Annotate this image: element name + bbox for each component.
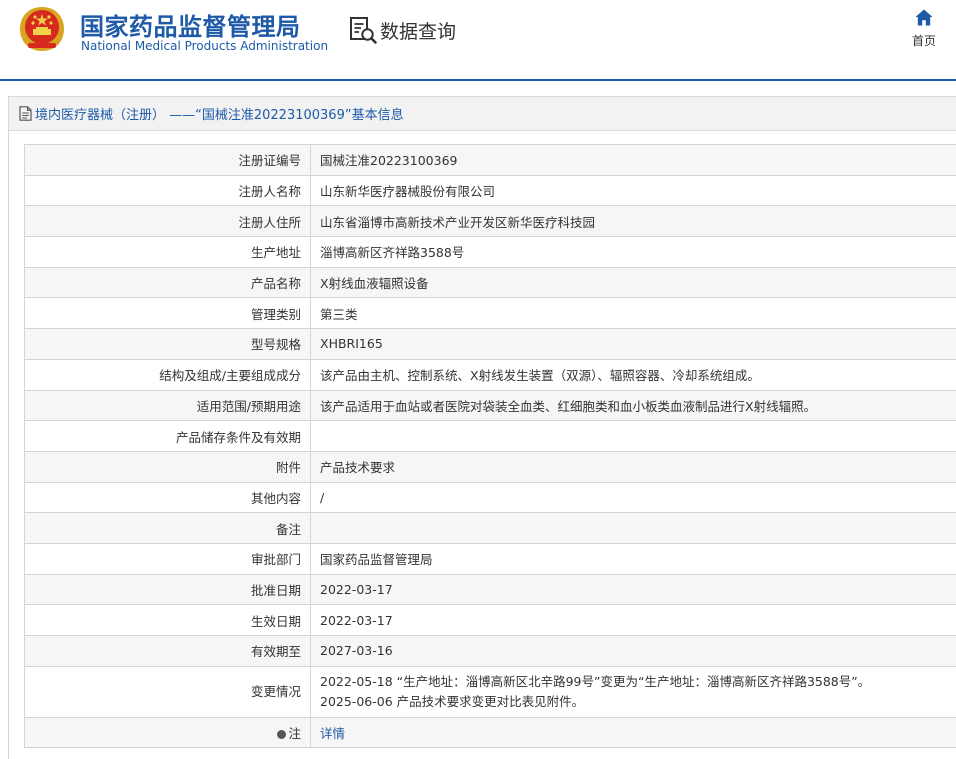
row-value: 山东新华医疗器械股份有限公司 [310, 174, 956, 207]
row-label: 适用范围/预期用途 [24, 389, 311, 422]
row-value [310, 420, 956, 452]
row-value: 2022-03-17 [310, 573, 956, 606]
table-row: 管理类别 第三类 [24, 297, 956, 330]
panel-title: 境内医疗器械（注册） ——“国械注准20223100369”基本信息 [35, 108, 404, 123]
table-row: 注册人名称 山东新华医疗器械股份有限公司 [24, 174, 956, 207]
row-label: 变更情况 [24, 665, 311, 718]
table-row: 备注 [24, 512, 956, 544]
table-row: 型号规格 XHBRI165 [24, 328, 956, 360]
row-label: 附件 [24, 450, 311, 483]
row-label: 结构及组成/主要组成成分 [24, 358, 311, 391]
table-row: 结构及组成/主要组成成分 该产品由主机、控制系统、X射线发生装置（双源）、辐照容器… [24, 358, 956, 391]
row-label: 注册证编号 [24, 144, 311, 176]
row-label: 产品储存条件及有效期 [24, 420, 311, 452]
home-label: 首页 [911, 34, 936, 48]
row-label: 生产地址 [24, 236, 311, 268]
site-header: 国家药品监督管理局 National Medical Products Admi… [0, 0, 956, 80]
row-value: 该产品适用于血站或者医院对袋装全血类、红细胞类和血小板类血液制品进行X射线辐照。 [310, 389, 956, 422]
row-label: 生效日期 [24, 604, 311, 636]
row-label: 审批部门 [24, 542, 311, 575]
org-name-cn[interactable]: 国家药品监督管理局 [80, 7, 301, 42]
table-row-change: 变更情况 2022-05-18 “生产地址：淄博高新区北辛路99号”变更为“生产… [24, 665, 956, 718]
table-row: 产品名称 X射线血液辐照设备 [24, 266, 956, 299]
table-row: 适用范围/预期用途 该产品适用于血站或者医院对袋装全血类、红细胞类和血小板类血液制… [24, 389, 956, 422]
change-line-2: 2025-06-06 产品技术要求变更对比表见附件。 [320, 693, 585, 709]
row-value: 国械注准20223100369 [310, 144, 956, 176]
org-name-en[interactable]: National Medical Products Administration [81, 39, 328, 53]
home-link[interactable]: 首页 [905, 9, 943, 49]
table-row: 生产地址 淄博高新区齐祥路3588号 [24, 236, 956, 268]
data-query-link[interactable]: 数据查询 [348, 15, 456, 45]
row-label: 批准日期 [24, 573, 311, 606]
document-search-icon [350, 17, 377, 44]
row-value: 2027-03-16 [310, 635, 956, 667]
row-value: / [310, 481, 956, 514]
info-table-body: 注册证编号 国械注准20223100369 注册人名称 山东新华医疗器械股份有限公司注… [24, 144, 956, 749]
note-dot-icon [277, 730, 287, 740]
row-value: 2022-03-17 [310, 604, 956, 636]
row-label: 管理类别 [24, 297, 311, 330]
table-row: 审批部门 国家药品监督管理局 [24, 542, 956, 575]
panel-header: 境内医疗器械（注册） ——“国械注准20223100369”基本信息 [9, 97, 956, 131]
row-label: 型号规格 [24, 328, 311, 360]
row-label: 注 [24, 716, 311, 749]
table-row: 批准日期 2022-03-17 [24, 573, 956, 606]
row-value: 该产品由主机、控制系统、X射线发生装置（双源）、辐照容器、冷却系统组成。 [310, 358, 956, 391]
table-row: 有效期至 2027-03-16 [24, 635, 956, 667]
row-label: 产品名称 [24, 266, 311, 299]
row-value: XHBRI165 [310, 328, 956, 360]
row-value: 国家药品监督管理局 [310, 542, 956, 575]
table-row: 附件 产品技术要求 [24, 450, 956, 483]
table-row: 其他内容 / [24, 481, 956, 514]
table-row: 生效日期 2022-03-17 [24, 604, 956, 636]
row-value: 产品技术要求 [310, 450, 956, 483]
row-value: 2022-05-18 “生产地址：淄博高新区北辛路99号”变更为“生产地址：淄博… [310, 665, 956, 718]
detail-panel: 境内医疗器械（注册） ——“国械注准20223100369”基本信息 注册证编号… [8, 96, 956, 759]
row-value: X射线血液辐照设备 [310, 266, 956, 299]
row-label: 备注 [24, 512, 311, 544]
national-emblem-icon[interactable] [18, 3, 66, 53]
table-row: 注册证编号 国械注准20223100369 [24, 144, 956, 176]
change-line-1: 2022-05-18 “生产地址：淄博高新区北辛路99号”变更为“生产地址：淄博… [320, 673, 871, 689]
table-row: 产品储存条件及有效期 [24, 420, 956, 452]
row-label: 其他内容 [24, 481, 311, 514]
row-value: 淄博高新区齐祥路3588号 [310, 236, 956, 268]
row-value [310, 512, 956, 544]
row-value: 山东省淄博市高新技术产业开发区新华医疗科技园 [310, 205, 956, 238]
note-label: 注 [288, 726, 301, 742]
data-query-label: 数据查询 [380, 20, 457, 43]
info-table: 注册证编号 国械注准20223100369 注册人名称 山东新华医疗器械股份有限公司注… [24, 144, 956, 749]
table-row: 注册人住所 山东省淄博市高新技术产业开发区新华医疗科技园 [24, 205, 956, 238]
row-value: 第三类 [310, 297, 956, 330]
row-value: 详情 [310, 716, 956, 749]
table-row-note: 注 详情 [24, 716, 956, 749]
row-label: 注册人住所 [24, 205, 311, 238]
row-label: 注册人名称 [24, 174, 311, 207]
home-icon [915, 9, 933, 26]
header-divider [0, 79, 956, 81]
row-label: 有效期至 [24, 635, 311, 667]
document-icon [19, 106, 32, 121]
details-link[interactable]: 详情 [320, 726, 345, 741]
